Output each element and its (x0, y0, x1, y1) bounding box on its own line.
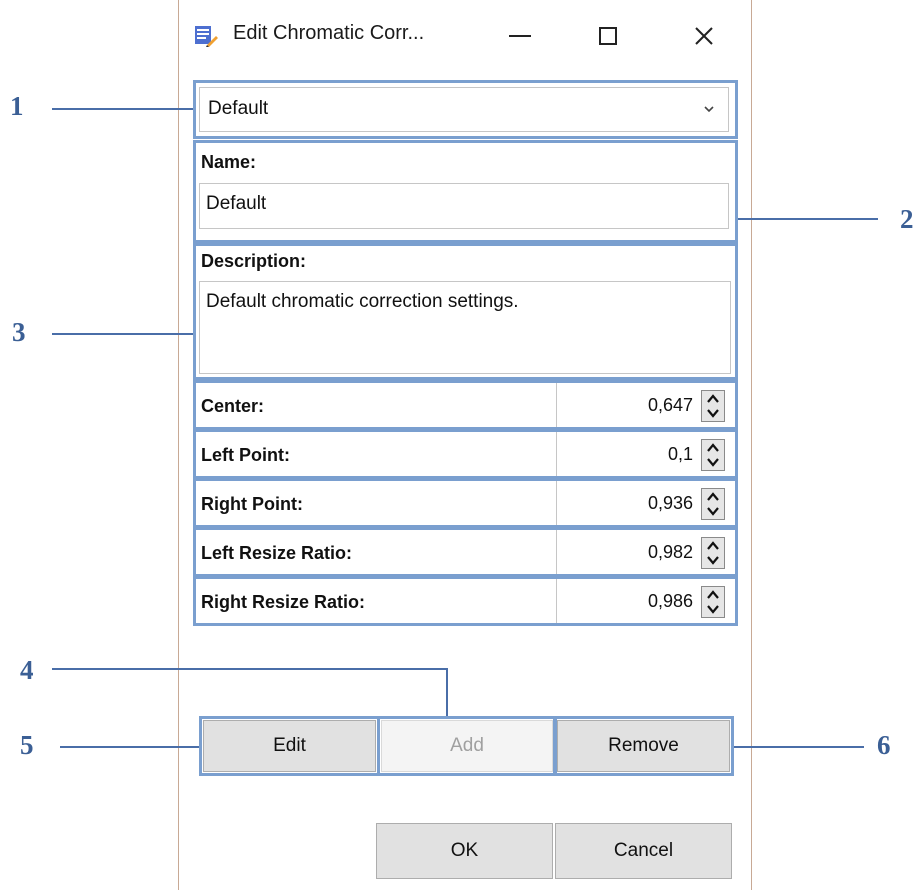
app-icon (194, 25, 218, 47)
ok-button[interactable]: OK (376, 823, 553, 879)
callout-number-4: 4 (20, 655, 34, 685)
callout-line-1 (52, 108, 193, 110)
callout-line-6 (734, 746, 864, 748)
close-button[interactable] (684, 16, 724, 56)
callout-line-4-drop (446, 668, 448, 716)
callout-box-2 (193, 140, 738, 243)
minimize-button[interactable] (500, 16, 540, 56)
callout-box-row-2 (193, 429, 738, 479)
callout-box-row-4 (193, 527, 738, 577)
callout-box-1 (193, 80, 738, 139)
callout-line-4 (52, 668, 448, 670)
callout-box-row-1 (193, 380, 738, 430)
callout-box-6 (553, 716, 734, 776)
callout-number-3: 3 (12, 317, 26, 347)
callout-number-2: 2 (900, 204, 914, 234)
callout-box-row-3 (193, 478, 738, 528)
window-title: Edit Chromatic Corr... (233, 22, 425, 44)
callout-box-5 (199, 716, 380, 776)
callout-number-1: 1 (10, 91, 24, 121)
callout-line-5 (60, 746, 199, 748)
close-icon (695, 27, 713, 45)
callout-box-row-5 (193, 576, 738, 626)
callout-number-6: 6 (877, 730, 891, 760)
callout-line-3 (52, 333, 193, 335)
callout-number-5: 5 (20, 730, 34, 760)
callout-box-4 (377, 716, 557, 776)
minimize-icon (509, 35, 531, 37)
maximize-icon (599, 27, 617, 45)
cancel-button[interactable]: Cancel (555, 823, 732, 879)
callout-line-2 (738, 218, 878, 220)
callout-box-3 (193, 243, 738, 380)
maximize-button[interactable] (588, 16, 628, 56)
